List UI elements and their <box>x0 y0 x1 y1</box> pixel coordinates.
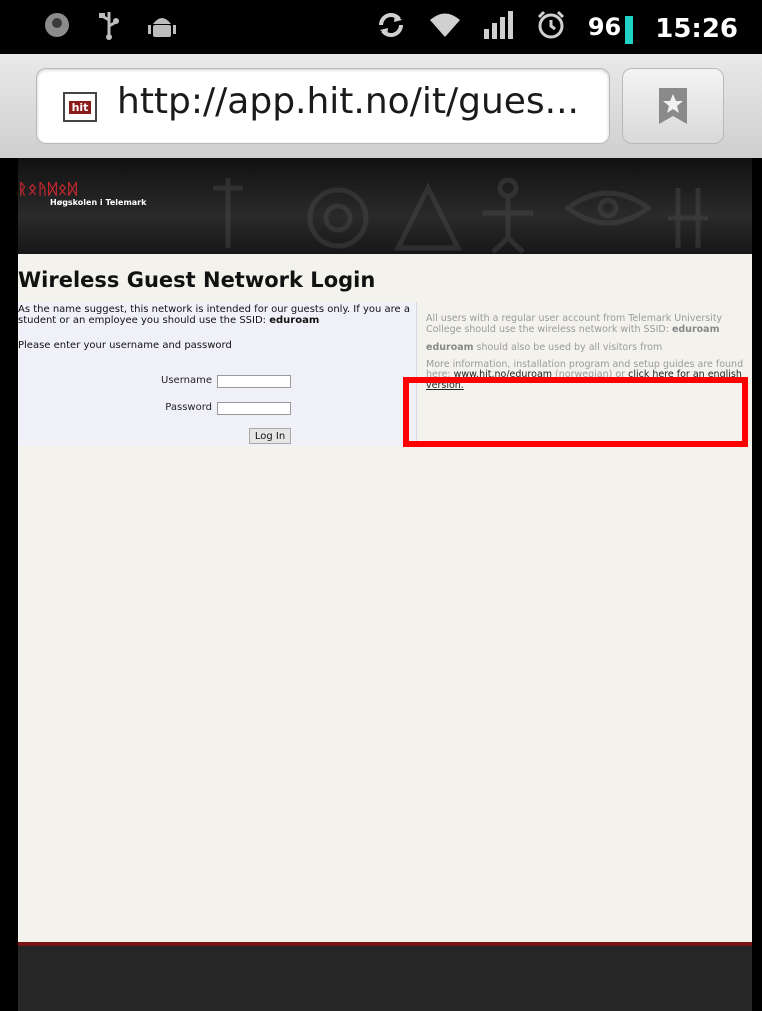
intro-text: As the name suggest, this network is int… <box>18 304 410 326</box>
site-favicon-icon: hit <box>63 92 97 122</box>
alarm-icon <box>536 10 566 47</box>
login-prompt: Please enter your username and password <box>18 340 232 351</box>
browser-toolbar: hit http://app.hit.no/it/gues... <box>0 54 762 158</box>
url-text[interactable]: http://app.hit.no/it/gues... <box>117 81 579 122</box>
usb-icon <box>98 10 120 47</box>
info-paragraph-users: All users with a regular user account fr… <box>426 313 723 335</box>
status-bar: 96 15:26 <box>0 0 762 54</box>
logo-glyphs: ᚱᛟᚤᛞᛟᛞ <box>18 180 79 198</box>
clock: 15:26 <box>655 13 738 44</box>
password-input[interactable] <box>217 402 291 415</box>
page-title: Wireless Guest Network Login <box>18 268 376 292</box>
info-ssid: eduroam <box>671 323 720 335</box>
battery-indicator: 96 <box>587 12 634 45</box>
info-paragraph-visitors: eduroam should also be used by all visit… <box>426 342 663 353</box>
site-banner: ᚱᛟᚤᛞᛟᛞ Høgskolen i Telemark <box>18 158 752 254</box>
battery-percent: 96 <box>587 12 622 41</box>
wifi-icon <box>428 11 462 46</box>
address-bar[interactable]: hit http://app.hit.no/it/gues... <box>36 68 610 144</box>
bookmark-star-icon <box>659 88 687 124</box>
favicon-text: hit <box>68 100 92 114</box>
logo-subtitle: Høgskolen i Telemark <box>50 198 147 207</box>
signal-icon <box>483 11 514 46</box>
info-eduroam-bold: eduroam <box>426 342 474 353</box>
username-label: Username <box>161 375 212 386</box>
login-panel: As the name suggest, this network is int… <box>18 302 417 446</box>
battery-icon <box>625 16 634 45</box>
eduroam-link[interactable]: www.hit.no/eduroam <box>454 369 552 380</box>
web-page: ᚱᛟᚤᛞᛟᛞ Høgskolen i Telemark Wireless Gue… <box>18 158 752 1011</box>
bookmark-button[interactable] <box>622 68 724 144</box>
password-label: Password <box>165 402 212 413</box>
notification-icon <box>44 12 70 45</box>
info-column: All users with a regular user account fr… <box>426 313 744 399</box>
username-input[interactable] <box>217 375 291 388</box>
banner-rune-decoration <box>213 177 708 254</box>
info-paragraph-more: More information, installation program a… <box>426 358 744 391</box>
sync-icon <box>376 11 406 46</box>
intro-ssid: eduroam <box>269 315 320 326</box>
login-button[interactable]: Log In <box>249 428 291 444</box>
android-debug-icon <box>148 10 176 47</box>
page-footer <box>18 946 752 1011</box>
